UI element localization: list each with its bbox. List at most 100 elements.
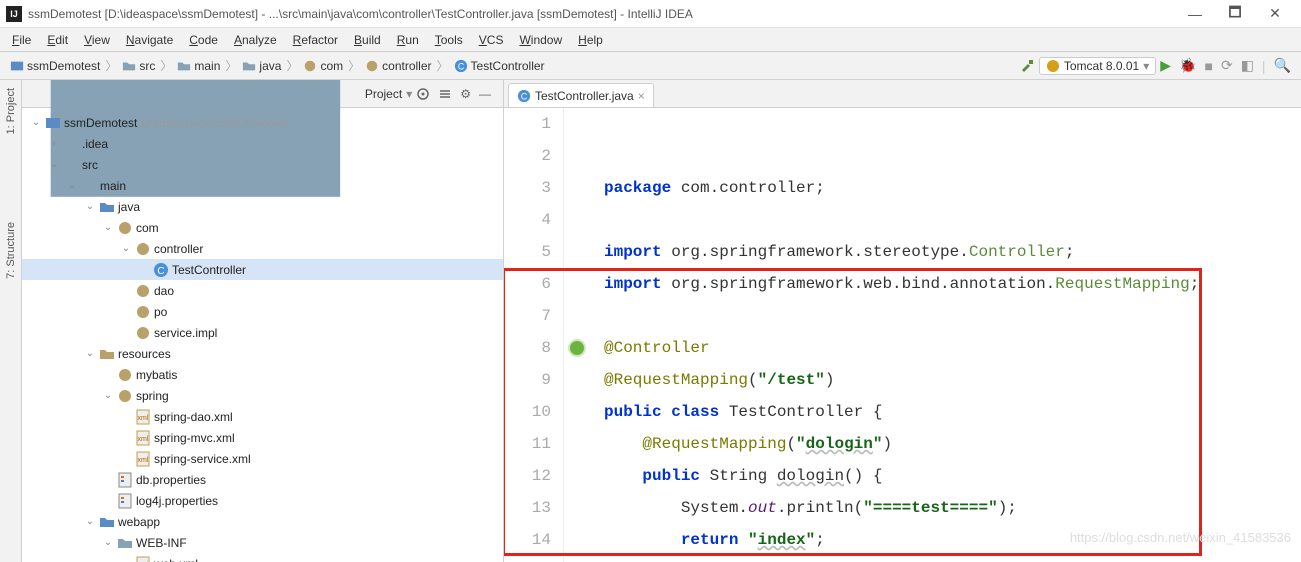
search-button[interactable]: 🔍 [1270,57,1295,74]
code-editor[interactable]: 1234567891011121314 package com.controll… [504,108,1301,562]
tree-node-dao[interactable]: dao [22,280,503,301]
tree-arrow[interactable]: ⌄ [120,243,132,254]
tree-node-spring-mvc-xml[interactable]: xmlspring-mvc.xml [22,427,503,448]
tree-node-main[interactable]: ⌄ main [22,175,503,196]
breadcrumb-ssmdemotest[interactable]: ssmDemotest [6,59,104,73]
tree-node-web-xml[interactable]: xmlweb.xml [22,553,503,562]
code-content[interactable]: package com.controller; import org.sprin… [592,108,1301,562]
maximize-button[interactable]: 🗖 [1215,2,1255,26]
code-line-12[interactable]: return "index"; [604,524,1301,556]
code-line-2[interactable] [604,204,1301,236]
tree-arrow[interactable]: ⌄ [66,180,78,191]
profile-button[interactable]: ◧ [1237,57,1258,74]
collapse-all-button[interactable] [434,87,456,101]
code-line-8[interactable]: public class TestController { [604,396,1301,428]
minimize-button[interactable]: — [1175,6,1215,22]
tree-node-spring-service-xml[interactable]: xmlspring-service.xml [22,448,503,469]
menu-build[interactable]: Build [346,31,389,49]
tree-label: resources [118,347,171,361]
tree-node-src[interactable]: ⌄ src [22,154,503,175]
tree-node-db-properties[interactable]: db.properties [22,469,503,490]
debug-button[interactable]: 🐞 [1175,57,1200,74]
menu-window[interactable]: Window [511,31,570,49]
tree-node-web-inf[interactable]: ⌄WEB-INF [22,532,503,553]
menu-refactor[interactable]: Refactor [285,31,346,49]
panel-settings-button[interactable]: ⚙ [456,87,475,101]
breadcrumb-src[interactable]: src [118,59,159,73]
tree-node-spring-dao-xml[interactable]: xmlspring-dao.xml [22,406,503,427]
tree-node-mybatis[interactable]: mybatis [22,364,503,385]
tree-node-webapp[interactable]: ⌄ webapp [22,511,503,532]
menu-tools[interactable]: Tools [427,31,471,49]
stop-button[interactable]: ■ [1200,58,1216,74]
run-button[interactable]: ▶ [1156,57,1175,74]
editor-area: C TestController.java × 1234567891011121… [504,80,1301,562]
menu-navigate[interactable]: Navigate [118,31,181,49]
code-line-3[interactable]: import org.springframework.stereotype.Co… [604,236,1301,268]
tree-arrow[interactable]: ⌄ [30,117,42,128]
tree-node-po[interactable]: po [22,301,503,322]
menu-run[interactable]: Run [389,31,427,49]
tree-arrow[interactable]: ⌄ [102,390,114,401]
breadcrumb-main[interactable]: main [173,59,224,73]
code-line-11[interactable]: System.out.println("====test===="); [604,492,1301,524]
close-window-button[interactable]: ✕ [1255,5,1295,22]
tree-node-log4j-properties[interactable]: log4j.properties [22,490,503,511]
tree-arrow[interactable]: ⌄ [102,537,114,548]
tree-node-resources[interactable]: ⌄ resources [22,343,503,364]
breadcrumb-com[interactable]: com [299,59,347,73]
line-number: 6 [504,268,551,300]
stop-button-icon: ■ [1204,58,1212,74]
tree-node-spring[interactable]: ⌄spring [22,385,503,406]
menu-vcs[interactable]: VCS [471,31,512,49]
menu-view[interactable]: View [76,31,118,49]
code-line-1[interactable]: package com.controller; [604,172,1301,204]
tree-label: main [100,179,126,193]
tree-arrow[interactable]: ⌄ [84,201,96,212]
tree-arrow[interactable]: ⌄ [102,222,114,233]
tree-label: webapp [118,515,160,529]
close-tab-button[interactable]: × [638,89,645,103]
project-tree[interactable]: ⌄ssmDemotestD:\ideaspace\ssmDemotest›.id… [22,108,503,562]
spring-bean-icon[interactable] [568,339,586,357]
run-configuration-selector[interactable]: Tomcat 8.0.01▾ [1039,57,1156,75]
menu-edit[interactable]: Edit [39,31,76,49]
tree-arrow[interactable]: ⌄ [84,348,96,359]
tree-node-java[interactable]: ⌄java [22,196,503,217]
tree-node-ssmdemotest[interactable]: ⌄ssmDemotestD:\ideaspace\ssmDemotest [22,112,503,133]
collapse-icon [438,87,452,101]
code-line-10[interactable]: public String dologin() { [604,460,1301,492]
tree-arrow[interactable]: ⌄ [48,159,60,170]
menu-code[interactable]: Code [181,31,226,49]
code-line-13[interactable]: } [604,556,1301,562]
code-line-9[interactable]: @RequestMapping("dologin") [604,428,1301,460]
menu-help[interactable]: Help [570,31,611,49]
tree-node-testcontroller[interactable]: CTestController [22,259,503,280]
coverage-button[interactable]: ⟳ [1217,57,1237,74]
tree-node-com[interactable]: ⌄com [22,217,503,238]
breadcrumb-testcontroller[interactable]: CTestController [450,59,549,73]
locate-button[interactable] [412,87,434,101]
rail----project[interactable]: 1: Project [5,84,17,138]
code-line-4[interactable]: import org.springframework.web.bind.anno… [604,268,1301,300]
build-button[interactable] [1015,58,1039,74]
code-line-5[interactable] [604,300,1301,332]
tree-node-service-impl[interactable]: service.impl [22,322,503,343]
code-line-7[interactable]: @RequestMapping("/test") [604,364,1301,396]
tree-node--idea[interactable]: ›.idea [22,133,503,154]
menu-file[interactable]: File [4,31,39,49]
tree-arrow[interactable]: › [48,138,60,149]
tree-label: src [82,158,98,172]
breadcrumb-controller[interactable]: controller [361,59,435,73]
line-number: 5 [504,236,551,268]
code-line-6[interactable]: @Controller [604,332,1301,364]
editor-tab[interactable]: C TestController.java × [508,83,654,107]
hide-panel-button[interactable]: — [475,87,495,101]
breadcrumb-separator: 〉 [347,57,361,74]
line-number: 10 [504,396,551,428]
breadcrumb-java[interactable]: java [238,59,285,73]
tree-arrow[interactable]: ⌄ [84,516,96,527]
rail----structure[interactable]: 7: Structure [5,218,17,283]
menu-analyze[interactable]: Analyze [226,31,285,49]
tree-node-controller[interactable]: ⌄controller [22,238,503,259]
